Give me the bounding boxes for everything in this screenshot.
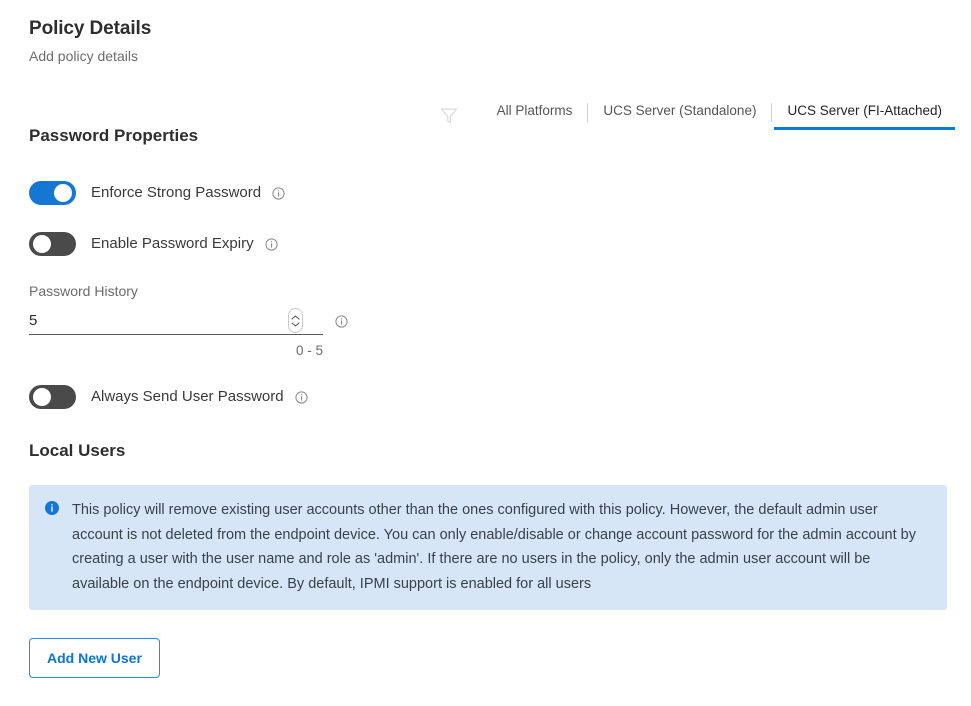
label-always-send-user-password: Always Send User Password — [91, 388, 284, 405]
info-circle-icon[interactable] — [294, 390, 308, 404]
add-new-user-button[interactable]: Add New User — [29, 638, 160, 678]
tab-ucs-server-standalone[interactable]: UCS Server (Standalone) — [590, 102, 769, 130]
page-subtitle: Add policy details — [29, 48, 138, 64]
info-circle-icon[interactable] — [272, 186, 285, 200]
toggle-enable-password-expiry[interactable] — [29, 232, 76, 256]
row-enforce-strong-password: Enforce Strong Password — [29, 181, 942, 205]
toggle-always-send-user-password[interactable] — [29, 385, 76, 409]
tab-all-platforms[interactable]: All Platforms — [484, 102, 586, 130]
info-circle-icon[interactable] — [264, 237, 278, 251]
toggle-knob — [33, 388, 51, 406]
tab-separator — [587, 103, 589, 122]
label-enable-password-expiry: Enable Password Expiry — [91, 235, 254, 252]
password-history-input-wrap — [29, 307, 323, 335]
local-users-info-banner-text: This policy will remove existing user ac… — [72, 502, 916, 592]
toggle-enforce-strong-password[interactable] — [29, 181, 76, 205]
stepper-up-down-icon[interactable] — [288, 308, 303, 333]
label-password-history: Password History — [29, 283, 138, 299]
platform-filter-row: All Platforms UCS Server (Standalone) UC… — [440, 96, 955, 130]
label-enforce-strong-password: Enforce Strong Password — [91, 184, 262, 201]
toggle-knob — [33, 235, 51, 253]
funnel-filter-icon[interactable] — [440, 107, 458, 125]
row-always-send-user-password: Always Send User Password — [29, 385, 942, 409]
tab-ucs-server-fi-attached[interactable]: UCS Server (FI-Attached) — [774, 102, 955, 130]
password-history-range-hint: 0 - 5 — [295, 343, 323, 358]
info-filled-circle-icon — [45, 501, 59, 515]
info-circle-icon[interactable] — [335, 314, 348, 328]
tab-separator — [771, 103, 773, 122]
local-users-info-banner: This policy will remove existing user ac… — [29, 485, 947, 610]
section-title-local-users: Local Users — [29, 441, 126, 460]
field-password-history: Password History 5 0 - 5 — [29, 282, 942, 360]
page-title: Policy Details — [29, 18, 152, 39]
password-history-input[interactable] — [29, 309, 269, 332]
main-content: Password Properties Enforce Strong Passw… — [0, 124, 971, 678]
toggle-knob — [54, 184, 72, 202]
row-enable-password-expiry: Enable Password Expiry — [29, 232, 942, 256]
page-header: Policy Details Add policy details — [0, 0, 971, 66]
